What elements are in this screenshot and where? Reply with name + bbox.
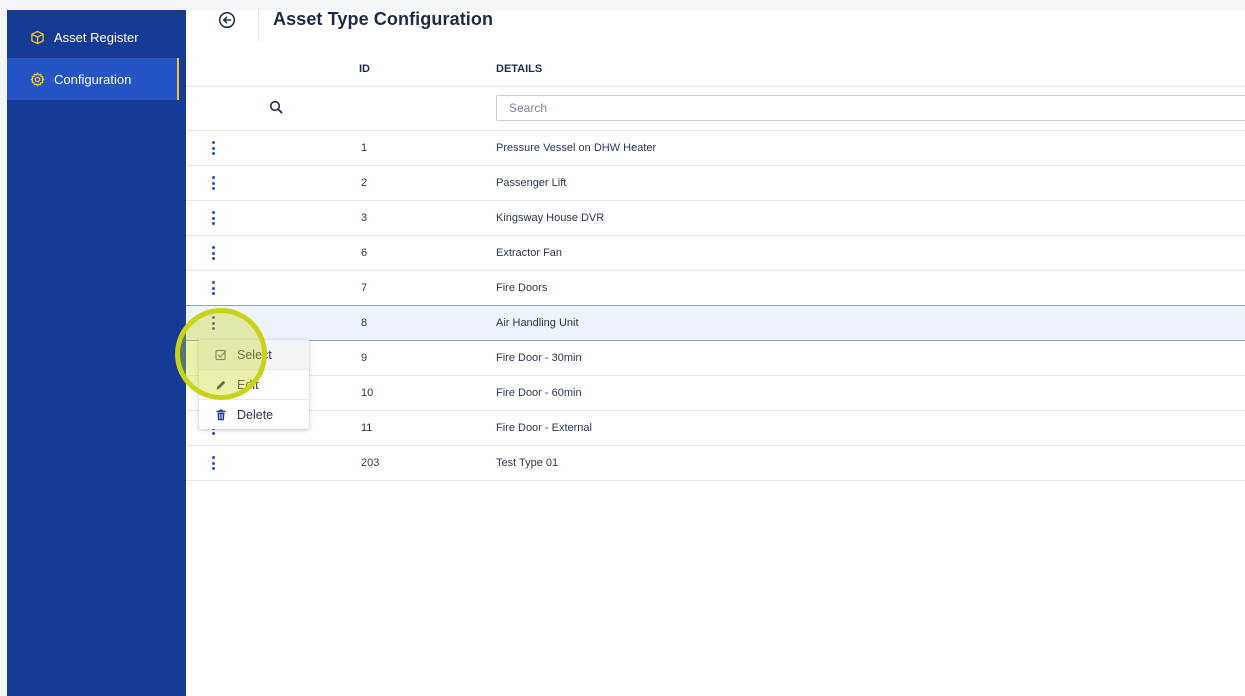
asset-type-table: ID DETAILS 1 Pressure Vessel on DHW Heat…: [186, 50, 1245, 481]
cell-id: 8: [361, 317, 368, 329]
gear-icon: [29, 71, 45, 87]
menu-item-select[interactable]: Select: [199, 340, 309, 370]
row-actions-kebab-icon[interactable]: [208, 176, 218, 190]
cell-id: 1: [361, 142, 368, 154]
filter-row: [186, 87, 1245, 131]
row-actions-kebab-icon[interactable]: [208, 281, 218, 295]
app-frame: Asset Register Configuration Asset Type …: [0, 0, 1245, 696]
cell-id: 10: [361, 387, 374, 399]
table-row[interactable]: 203 Test Type 01: [186, 446, 1245, 481]
sidebar-item-asset-register[interactable]: Asset Register: [7, 16, 179, 58]
search-icon[interactable]: [269, 100, 283, 114]
menu-item-delete[interactable]: Delete: [199, 400, 309, 429]
cell-details: Kingsway House DVR: [496, 212, 605, 224]
cell-id: 2: [361, 177, 368, 189]
cell-details: Fire Door - 30min: [496, 352, 582, 364]
row-actions-kebab-icon[interactable]: [208, 246, 218, 260]
cell-details: Test Type 01: [496, 457, 559, 469]
cell-id: 6: [361, 247, 368, 259]
column-header-details[interactable]: DETAILS: [496, 63, 542, 75]
table-row[interactable]: 2 Passenger Lift: [186, 166, 1245, 201]
menu-item-edit[interactable]: Edit: [199, 370, 309, 400]
search-input[interactable]: [496, 95, 1245, 121]
cell-id: 11: [361, 422, 373, 434]
table-row[interactable]: 9 Fire Door - 30min: [186, 341, 1245, 376]
cell-id: 203: [361, 457, 380, 469]
table-header: ID DETAILS: [186, 50, 1245, 87]
back-arrow-circle-icon: [218, 11, 236, 29]
cell-details: Fire Door - External: [496, 422, 592, 434]
sidebar-item-configuration[interactable]: Configuration: [7, 58, 179, 100]
cell-details: Fire Door - 60min: [496, 387, 582, 399]
menu-item-label: Select: [237, 347, 272, 362]
menu-item-label: Delete: [237, 407, 274, 422]
row-actions-kebab-icon[interactable]: [208, 316, 218, 330]
cube-icon: [29, 29, 45, 45]
cell-details: Extractor Fan: [496, 247, 563, 259]
cell-id: 3: [361, 212, 368, 224]
main-content: Asset Type Configuration ID DETAILS 1 Pr…: [186, 9, 1245, 696]
cell-details: Pressure Vessel on DHW Heater: [496, 142, 657, 154]
trash-icon: [215, 409, 227, 421]
sidebar-item-label: Configuration: [54, 71, 132, 87]
table-row[interactable]: 10 Fire Door - 60min: [186, 376, 1245, 411]
back-button[interactable]: [218, 11, 236, 29]
sidebar-item-label: Asset Register: [54, 29, 139, 45]
row-actions-kebab-icon[interactable]: [208, 141, 218, 155]
table-row[interactable]: 3 Kingsway House DVR: [186, 201, 1245, 236]
cell-details: Fire Doors: [496, 282, 548, 294]
row-context-menu: Select Edit Delete: [199, 340, 309, 429]
cell-id: 7: [361, 282, 368, 294]
row-actions-kebab-icon[interactable]: [208, 456, 218, 470]
page-header: Asset Type Configuration: [186, 9, 1245, 50]
checkbox-icon: [215, 349, 227, 361]
cell-details: Passenger Lift: [496, 177, 567, 189]
table-row[interactable]: 11 Fire Door - External: [186, 411, 1245, 446]
pencil-icon: [215, 379, 227, 391]
table-row[interactable]: 6 Extractor Fan: [186, 236, 1245, 271]
column-header-id[interactable]: ID: [359, 63, 370, 75]
page-title: Asset Type Configuration: [273, 9, 494, 29]
row-actions-kebab-icon[interactable]: [208, 211, 218, 225]
menu-item-label: Edit: [237, 377, 259, 392]
sidebar: Asset Register Configuration: [7, 10, 186, 696]
table-row-selected[interactable]: 8 Air Handling Unit: [186, 305, 1245, 341]
cell-id: 9: [361, 352, 368, 364]
table-row[interactable]: 7 Fire Doors: [186, 271, 1245, 306]
cell-details: Air Handling Unit: [496, 317, 579, 329]
table-row[interactable]: 1 Pressure Vessel on DHW Heater: [186, 131, 1245, 166]
header-divider: [258, 10, 259, 42]
